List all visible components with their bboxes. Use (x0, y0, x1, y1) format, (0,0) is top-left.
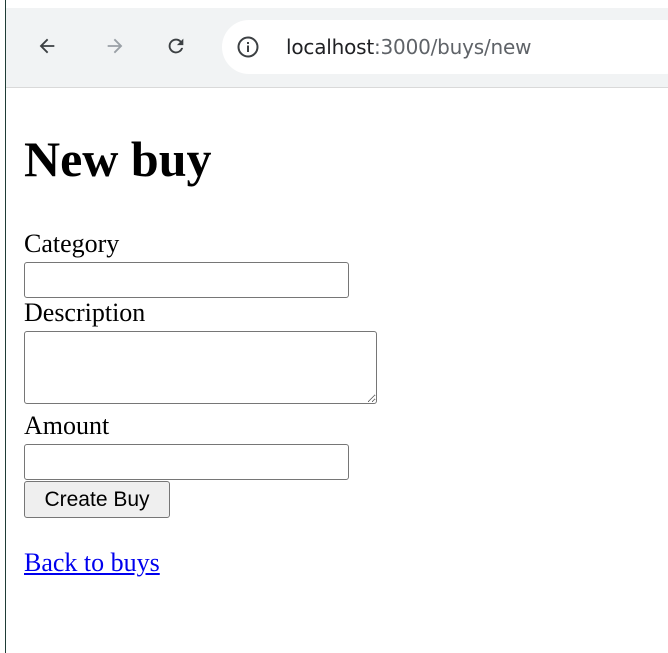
amount-label: Amount (24, 411, 110, 440)
arrow-right-icon (107, 38, 123, 54)
info-icon[interactable] (236, 35, 260, 59)
reload-button[interactable] (158, 28, 194, 64)
back-to-buys-link[interactable]: Back to buys (24, 548, 160, 578)
url-path: :3000/buys/new (373, 35, 532, 59)
address-bar[interactable]: localhost:3000/buys/new (222, 20, 668, 74)
description-label: Description (24, 298, 146, 327)
reload-icon (168, 38, 184, 54)
window-edge (0, 0, 6, 653)
amount-field[interactable] (24, 444, 349, 480)
create-buy-button[interactable]: Create Buy (24, 481, 170, 518)
category-label: Category (24, 229, 120, 258)
arrow-left-icon (39, 38, 55, 54)
browser-toolbar: localhost:3000/buys/new (6, 0, 668, 88)
url-text: localhost:3000/buys/new (286, 33, 531, 61)
back-button[interactable] (29, 28, 65, 64)
toolbar-top-strip (6, 0, 668, 8)
page-title: New buy (24, 131, 212, 187)
description-field[interactable] (24, 331, 377, 404)
forward-button[interactable] (97, 28, 133, 64)
category-field[interactable] (24, 262, 349, 298)
url-host: localhost (286, 35, 374, 59)
